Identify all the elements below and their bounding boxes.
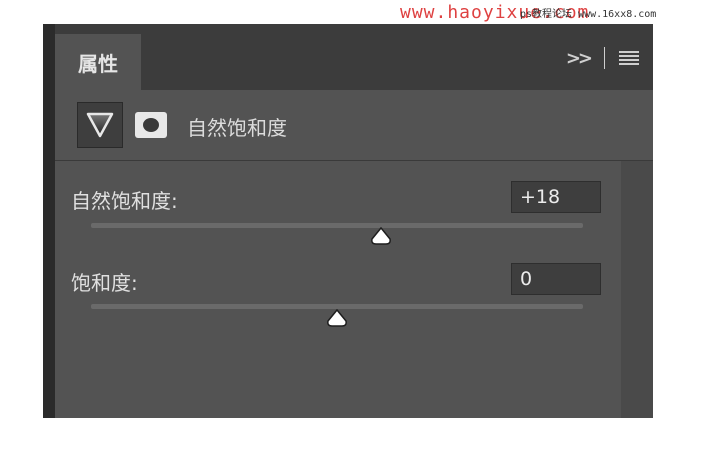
panel-tab-bar: 属性 >> (55, 24, 653, 90)
properties-body: 自然饱和度: +18 饱和度: 0 (55, 161, 653, 418)
saturation-slider-thumb[interactable] (326, 309, 348, 327)
saturation-label: 饱和度: (71, 271, 138, 295)
watermark-subtext: ps教程论坛 www.16xx8.com (520, 9, 657, 20)
expand-panel-icon[interactable]: >> (566, 48, 593, 69)
properties-panel: 属性 >> 自然饱和度 自然饱和度: +18 饱和度: 0 (43, 24, 653, 418)
adjustment-title: 自然饱和度 (187, 116, 287, 140)
vibrance-label: 自然饱和度: (71, 189, 178, 213)
panel-menu-icon[interactable] (619, 51, 639, 65)
tab-properties[interactable]: 属性 (55, 34, 141, 90)
saturation-value-input[interactable]: 0 (511, 263, 601, 295)
vibrance-slider-thumb[interactable] (370, 227, 392, 245)
vibrance-adjustment-icon[interactable] (77, 102, 123, 148)
scrollbar[interactable] (621, 161, 653, 418)
panel-left-edge (43, 24, 55, 418)
panel-tab-icons: >> (566, 47, 639, 69)
tab-icons-divider (604, 47, 605, 69)
vibrance-triangle-icon (86, 112, 114, 138)
vibrance-slider-track[interactable] (91, 223, 583, 228)
layer-mask-icon[interactable] (135, 112, 167, 138)
vibrance-value-input[interactable]: +18 (511, 181, 601, 213)
properties-header: 自然饱和度 (55, 90, 653, 161)
